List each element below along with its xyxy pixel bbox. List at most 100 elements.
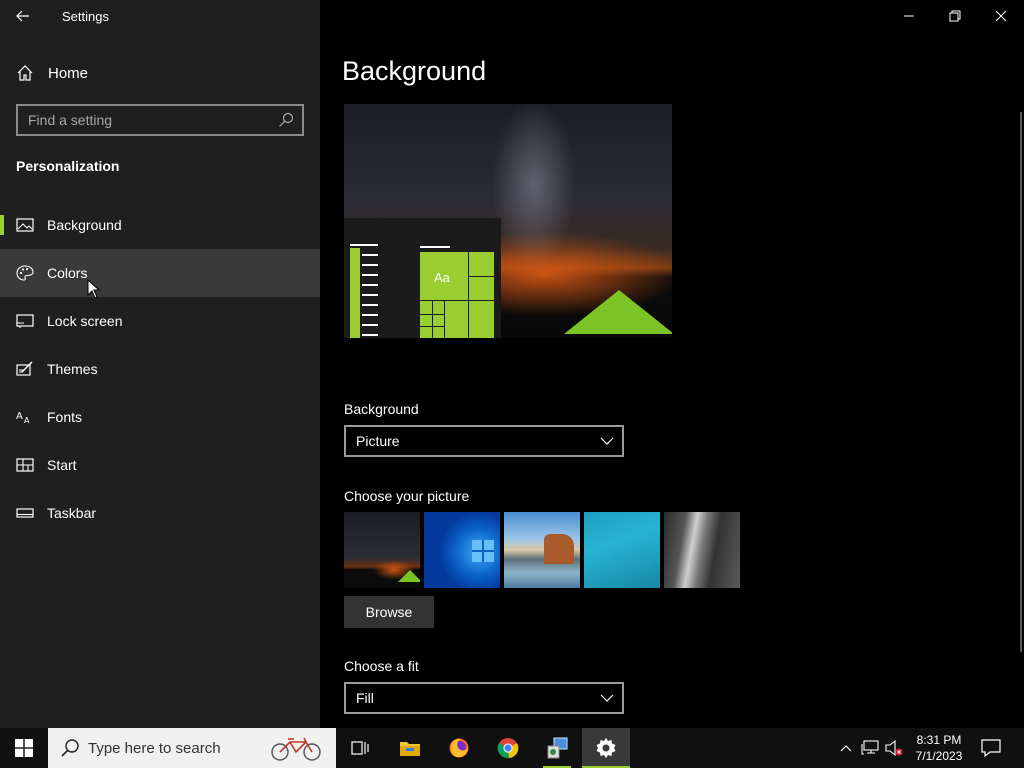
find-setting-input[interactable]: Find a setting xyxy=(16,104,304,136)
browse-button[interactable]: Browse xyxy=(344,596,434,628)
tile-divider xyxy=(468,252,469,338)
fit-value: Fill xyxy=(356,690,374,706)
app-title: Settings xyxy=(62,9,109,24)
settings-content: Background Aa Background Picture Choose … xyxy=(320,0,1024,728)
tile-divider xyxy=(420,326,444,327)
sidebar-item-label: Colors xyxy=(47,265,88,281)
sidebar-item-themes[interactable]: Themes xyxy=(0,345,320,393)
title-bar: Settings xyxy=(0,0,320,32)
picture-thumbnail-milky-way[interactable] xyxy=(344,512,420,588)
preview-tile-label: Aa xyxy=(434,270,450,285)
preview-line xyxy=(362,294,378,296)
sidebar-item-label: Themes xyxy=(47,361,98,377)
sidebar-item-fonts[interactable]: AA Fonts xyxy=(0,393,320,441)
sidebar-item-lock-screen[interactable]: Lock screen xyxy=(0,297,320,345)
preview-line xyxy=(362,254,378,256)
palette-icon xyxy=(16,265,34,281)
background-label: Background xyxy=(344,401,419,417)
start-button[interactable] xyxy=(0,728,48,768)
mouse-cursor-icon xyxy=(87,279,101,299)
clock-time: 8:31 PM xyxy=(916,733,962,747)
volume-muted-icon xyxy=(885,739,903,757)
tile-divider xyxy=(432,300,433,338)
tile-divider xyxy=(420,314,444,315)
fonts-icon: AA xyxy=(16,411,30,425)
sidebar-item-label: Start xyxy=(47,457,77,473)
background-preview: Aa xyxy=(344,104,672,338)
themes-icon xyxy=(16,361,33,376)
back-button[interactable] xyxy=(8,2,38,30)
chevron-up-icon xyxy=(840,745,852,752)
preview-line xyxy=(362,264,378,266)
show-hidden-icons-button[interactable] xyxy=(836,738,856,758)
taskbar-clock[interactable]: 8:31 PM 7/1/2023 xyxy=(906,732,972,764)
sidebar-item-label: Fonts xyxy=(47,409,83,425)
preview-line xyxy=(362,284,378,286)
background-type-dropdown[interactable]: Picture xyxy=(344,425,624,457)
action-center-icon[interactable] xyxy=(980,738,1002,758)
tile-divider xyxy=(468,276,494,277)
taskbar-search-box[interactable]: Type here to search xyxy=(48,728,336,768)
search-placeholder: Find a setting xyxy=(28,112,113,128)
preview-line xyxy=(362,274,378,276)
home-label: Home xyxy=(48,65,89,82)
minimize-icon xyxy=(904,15,914,17)
back-arrow-icon xyxy=(16,10,29,22)
picture-thumbnail-underwater[interactable] xyxy=(584,512,660,588)
preview-line xyxy=(362,324,378,326)
chevron-down-icon xyxy=(600,437,614,445)
task-view-button[interactable] xyxy=(336,728,384,768)
picture-thumbnails xyxy=(344,512,740,588)
preview-line xyxy=(362,334,378,336)
search-icon xyxy=(61,739,79,757)
firefox-button[interactable] xyxy=(435,728,483,768)
home-icon xyxy=(17,65,33,81)
sidebar-item-label: Lock screen xyxy=(47,313,123,329)
sidebar-item-taskbar[interactable]: Taskbar xyxy=(0,489,320,537)
picture-icon xyxy=(16,218,34,232)
sidebar-item-background[interactable]: Background xyxy=(0,201,320,249)
preview-line xyxy=(350,244,378,246)
search-icon[interactable] xyxy=(278,112,294,128)
settings-gear-icon xyxy=(596,738,616,758)
tent-image xyxy=(564,290,672,334)
preview-tiles: Aa xyxy=(420,252,494,338)
minimize-button[interactable] xyxy=(886,0,932,32)
picture-thumbnail-cliff[interactable] xyxy=(664,512,740,588)
lock-screen-icon xyxy=(16,314,34,328)
windows-logo-icon xyxy=(15,739,33,757)
sidebar-item-label: Taskbar xyxy=(47,505,97,521)
fit-dropdown[interactable]: Fill xyxy=(344,682,624,714)
taskbar-icon xyxy=(16,508,34,518)
file-explorer-button[interactable] xyxy=(386,728,434,768)
background-type-value: Picture xyxy=(356,433,400,449)
preview-line xyxy=(420,246,450,248)
volume-tray-button[interactable] xyxy=(884,738,904,758)
tile-divider xyxy=(444,300,445,338)
network-icon xyxy=(861,740,879,755)
close-button[interactable] xyxy=(978,0,1024,32)
task-view-icon xyxy=(351,741,369,755)
preview-accent-bar xyxy=(350,248,360,338)
scrollbar[interactable] xyxy=(1020,112,1022,652)
chrome-button[interactable] xyxy=(484,728,532,768)
svg-text:A: A xyxy=(24,416,30,425)
network-tray-button[interactable] xyxy=(860,738,880,758)
choose-picture-label: Choose your picture xyxy=(344,488,470,504)
picture-thumbnail-windows[interactable] xyxy=(424,512,500,588)
restore-button[interactable] xyxy=(932,0,978,32)
firefox-icon xyxy=(449,738,469,758)
chrome-icon xyxy=(497,738,519,759)
preview-line xyxy=(362,304,378,306)
taskbar-search-placeholder: Type here to search xyxy=(88,740,221,757)
choose-fit-label: Choose a fit xyxy=(344,658,419,674)
bicycle-icon xyxy=(271,737,321,761)
settings-app-button[interactable] xyxy=(582,728,630,768)
sidebar-item-start[interactable]: Start xyxy=(0,441,320,489)
sidebar-item-colors[interactable]: Colors xyxy=(0,249,320,297)
home-link[interactable]: Home xyxy=(0,54,320,92)
preview-start-menu: Aa xyxy=(344,218,501,338)
control-panel-button[interactable] xyxy=(533,728,581,768)
close-icon xyxy=(995,10,1007,22)
picture-thumbnail-beach[interactable] xyxy=(504,512,580,588)
